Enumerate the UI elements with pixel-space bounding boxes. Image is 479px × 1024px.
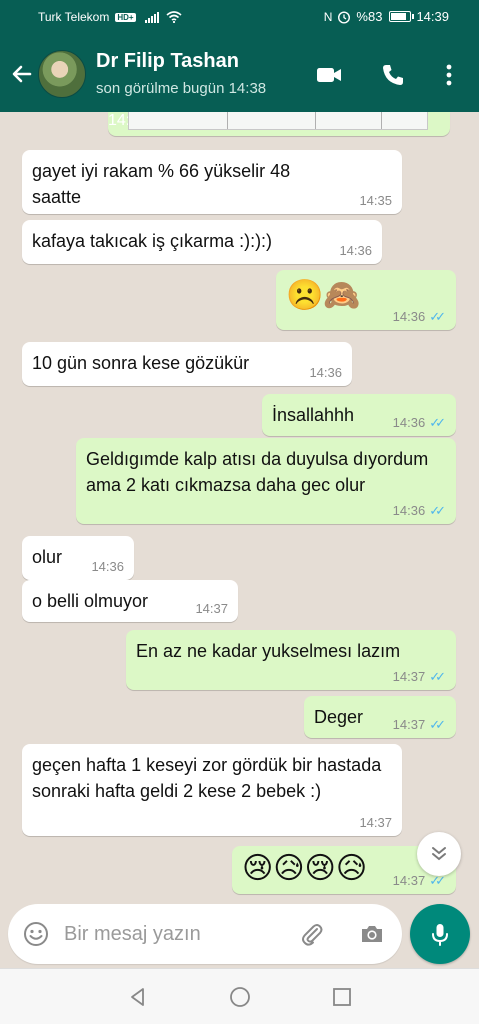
status-right: N %83 14:39 [324,9,449,24]
nav-back-icon[interactable] [126,985,150,1009]
read-ticks-icon: ✓✓ [429,669,446,684]
emoji-icon[interactable] [22,920,50,948]
message-time: 14:37 [359,815,392,830]
time-text: 14:37 [392,669,426,684]
message-text: geçen hafta 1 keseyi zor gördük bir hast… [32,755,382,801]
incoming-message[interactable]: 10 gün sonra kese gözükür 14:36 [22,342,352,386]
chat-area[interactable]: 14:35 31 gayet iyi rakam % 66 yükselir 4… [0,112,479,904]
back-arrow-icon[interactable] [8,60,36,88]
incoming-message[interactable]: olur 14:36 [22,536,134,580]
phone-call-icon[interactable] [378,60,408,90]
carrier: Turk Telekom HD+ [38,10,182,24]
time-text: 14:36 [392,309,426,324]
message-time: 14:36 [339,243,372,258]
network-badge: HD+ [115,12,136,22]
outgoing-message[interactable]: Deger 14:37 ✓✓ [304,696,456,738]
message-time: 14:36 [91,559,124,574]
message-time: 14:36 ✓✓ [393,504,446,518]
status-bar: Turk Telekom HD+ N %83 14:39 [0,0,479,36]
message-emoji: ☹️🙈 [286,278,361,313]
camera-icon[interactable] [358,920,386,948]
message-time: 14:35 [359,193,392,208]
message-text: İnsallahhh [272,405,355,425]
message-time: 14:36 ✓✓ [393,416,446,430]
message-time: 14:37 ✓✓ [393,874,446,888]
carrier-name: Turk Telekom [38,10,110,24]
incoming-message[interactable]: o belli olmuyor 14:37 [22,580,238,622]
outgoing-message[interactable]: Geldıgımde kalp atısı da duyulsa dıyordu… [76,438,456,524]
image-message-partial[interactable]: 14:35 31 [108,112,450,136]
message-text: gayet iyi rakam % 66 yükselir 48 saatte [32,161,291,207]
last-seen: son görülme bugün 14:38 [96,80,267,97]
message-input-box[interactable] [8,904,402,964]
time-text: 14:37 [392,717,426,732]
nav-home-icon[interactable] [228,985,252,1009]
status-time: 14:39 [416,9,449,24]
message-time: 14:37 ✓✓ [393,718,446,732]
incoming-message[interactable]: gayet iyi rakam % 66 yükselir 48 saatte … [22,150,402,214]
message-text: En az ne kadar yukselmesı lazım [136,641,401,661]
incoming-message[interactable]: kafaya takıcak iş çıkarma :):):) 14:36 [22,220,382,264]
battery-icon [389,11,415,22]
outgoing-message[interactable]: En az ne kadar yukselmesı lazım 14:37 ✓✓ [126,630,456,690]
message-emoji: 😢😥😢😥 [242,851,368,886]
outgoing-message[interactable]: İnsallahhh 14:36 ✓✓ [262,394,456,436]
read-ticks-icon: ✓✓ [429,717,446,732]
time-text: 14:37 [392,873,426,888]
chat-header: Dr Filip Tashan son görülme bugün 14:38 [0,36,479,112]
composer [0,900,479,972]
message-time: 14:37 ✓✓ [393,670,446,684]
system-nav-bar [0,968,479,1024]
more-vert-icon[interactable] [434,60,464,90]
time-text: 14:36 [392,503,426,518]
message-text: kafaya takıcak iş çıkarma :):):) [32,231,273,251]
time-text: 14:36 [392,415,426,430]
message-time: 14:36 [309,365,342,380]
nfc-icon: N [323,9,333,24]
message-text: o belli olmuyor [32,591,149,611]
double-chevron-down-icon [432,847,446,861]
image-preview[interactable] [128,112,428,130]
signal-icon [144,11,159,23]
nav-recents-icon[interactable] [330,985,354,1009]
message-time: 14:36 ✓✓ [393,310,446,324]
alarm-icon [338,10,351,24]
attach-icon[interactable] [298,920,326,948]
contact-name[interactable]: Dr Filip Tashan [96,50,239,73]
message-text: Geldıgımde kalp atısı da duyulsa dıyordu… [86,449,429,495]
message-text: 10 gün sonra kese gözükür [32,353,250,373]
outgoing-message[interactable]: ☹️🙈 14:36 ✓✓ [276,270,456,330]
incoming-message[interactable]: geçen hafta 1 keseyi zor gördük bir hast… [22,744,402,836]
message-input[interactable] [64,918,284,950]
battery-percent: %83 [356,9,383,24]
wifi-icon [166,11,182,23]
read-ticks-icon: ✓✓ [429,309,446,324]
read-ticks-icon: ✓✓ [429,503,446,518]
mic-button[interactable] [410,904,470,964]
message-text: olur [32,547,63,567]
message-time: 14:37 [195,601,228,616]
message-text: Deger [314,707,364,727]
mic-icon [432,924,448,946]
video-call-icon[interactable] [314,60,344,90]
read-ticks-icon: ✓✓ [429,415,446,430]
read-ticks-icon: ✓✓ [429,873,446,888]
avatar[interactable] [38,50,86,98]
scroll-down-button[interactable] [417,832,461,876]
